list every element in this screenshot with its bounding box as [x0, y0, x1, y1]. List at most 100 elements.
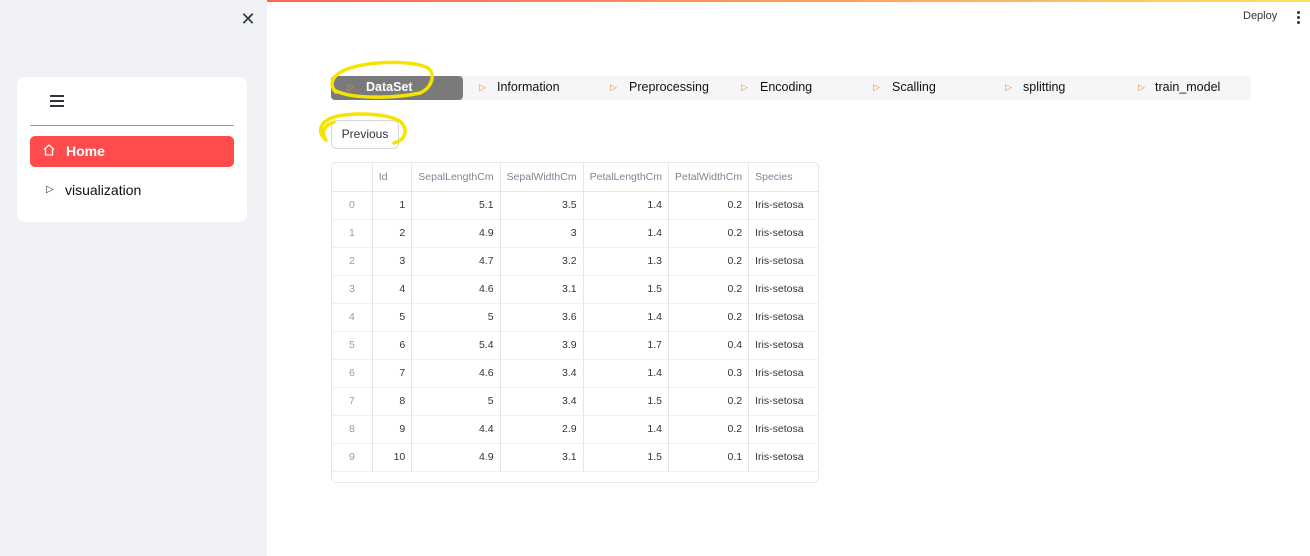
table-cell[interactable]: Iris-setosa: [748, 219, 818, 248]
row-index-cell: 4: [332, 303, 373, 332]
column-header-sepal-width[interactable]: SepalWidthCm: [499, 163, 584, 192]
table-cell[interactable]: 1.7: [582, 331, 669, 360]
table-cell[interactable]: 1.4: [582, 191, 669, 220]
row-index-cell: 8: [332, 415, 373, 444]
menu-divider: [30, 125, 234, 126]
table-cell[interactable]: 4.6: [411, 275, 501, 304]
table-cell[interactable]: 5.4: [411, 331, 501, 360]
table-cell[interactable]: 0.2: [667, 303, 749, 332]
tab-label: Information: [497, 80, 560, 94]
table-row: 2 3 4.7 3.2 1.3 0.2 Iris-setosa: [332, 247, 818, 276]
previous-button[interactable]: Previous: [331, 120, 399, 149]
table-cell[interactable]: 4: [371, 275, 412, 304]
table-cell[interactable]: 3: [371, 247, 412, 276]
close-sidebar-icon[interactable]: ✕: [238, 9, 258, 29]
table-cell[interactable]: 1.4: [582, 415, 669, 444]
sidebar-item-home[interactable]: Home: [30, 136, 234, 167]
table-cell[interactable]: 1: [371, 191, 412, 220]
table-cell[interactable]: Iris-setosa: [748, 303, 818, 332]
tab-bar: ▷ DataSet ▷ Information ▷ Preprocessing …: [331, 76, 1251, 100]
row-index-cell: 9: [332, 443, 373, 472]
hamburger-menu-icon[interactable]: [50, 95, 64, 107]
table-cell[interactable]: 9: [371, 415, 412, 444]
table-cell[interactable]: 2.9: [499, 415, 584, 444]
tab-information[interactable]: ▷ Information: [463, 76, 595, 100]
table-row: 4 5 5 3.6 1.4 0.2 Iris-setosa: [332, 303, 818, 332]
column-header-species[interactable]: Species: [748, 163, 818, 192]
table-cell[interactable]: Iris-setosa: [748, 247, 818, 276]
table-cell[interactable]: 1.5: [582, 387, 669, 416]
column-header-id[interactable]: Id: [371, 163, 412, 192]
table-row: 9 10 4.9 3.1 1.5 0.1 Iris-setosa: [332, 443, 818, 472]
tab-dataset[interactable]: ▷ DataSet: [331, 76, 463, 100]
table-cell[interactable]: 6: [371, 331, 412, 360]
table-cell[interactable]: 1.5: [582, 443, 669, 472]
tab-label: DataSet: [366, 80, 413, 94]
table-cell[interactable]: 5.1: [411, 191, 501, 220]
table-cell[interactable]: Iris-setosa: [748, 191, 818, 220]
play-triangle-icon: ▷: [610, 82, 617, 92]
deploy-button[interactable]: Deploy: [1243, 10, 1277, 22]
tab-scalling[interactable]: ▷ Scalling: [859, 76, 991, 100]
column-header-petal-width[interactable]: PetalWidthCm: [667, 163, 749, 192]
table-cell[interactable]: Iris-setosa: [748, 415, 818, 444]
column-header-petal-length[interactable]: PetalLengthCm: [582, 163, 669, 192]
table-cell[interactable]: 4.4: [411, 415, 501, 444]
table-cell[interactable]: Iris-setosa: [748, 275, 818, 304]
home-icon: [43, 144, 55, 156]
sidebar: ✕ Home ▷ visualization: [0, 0, 267, 556]
table-cell[interactable]: Iris-setosa: [748, 443, 818, 472]
table-cell[interactable]: 0.1: [667, 443, 749, 472]
tab-splitting[interactable]: ▷ splitting: [991, 76, 1123, 100]
table-cell[interactable]: 4.7: [411, 247, 501, 276]
table-cell[interactable]: 1.3: [582, 247, 669, 276]
table-cell[interactable]: 0.3: [667, 359, 749, 388]
tab-train-model[interactable]: ▷ train_model: [1123, 76, 1251, 100]
table-cell[interactable]: 0.2: [667, 191, 749, 220]
table-cell[interactable]: 8: [371, 387, 412, 416]
table-cell[interactable]: 3.1: [499, 443, 584, 472]
table-cell[interactable]: 3.5: [499, 191, 584, 220]
table-cell[interactable]: 5: [371, 303, 412, 332]
table-cell[interactable]: 1.4: [582, 359, 669, 388]
table-cell[interactable]: Iris-setosa: [748, 359, 818, 388]
table-cell[interactable]: Iris-setosa: [748, 331, 818, 360]
table-cell[interactable]: 5: [411, 387, 501, 416]
table-cell[interactable]: 0.2: [667, 275, 749, 304]
table-cell[interactable]: 3: [499, 219, 584, 248]
table-cell[interactable]: 0.2: [667, 247, 749, 276]
table-cell[interactable]: 1.4: [582, 219, 669, 248]
table-row: 8 9 4.4 2.9 1.4 0.2 Iris-setosa: [332, 415, 818, 444]
table-cell[interactable]: 3.4: [499, 359, 584, 388]
play-triangle-icon: ▷: [1138, 82, 1145, 92]
table-cell[interactable]: 3.1: [499, 275, 584, 304]
dataframe[interactable]: Id SepalLengthCm SepalWidthCm PetalLengt…: [331, 162, 819, 483]
table-cell[interactable]: 3.2: [499, 247, 584, 276]
table-cell[interactable]: 0.2: [667, 219, 749, 248]
table-cell[interactable]: 3.6: [499, 303, 584, 332]
table-cell[interactable]: 2: [371, 219, 412, 248]
table-cell[interactable]: 0.2: [667, 415, 749, 444]
table-cell[interactable]: Iris-setosa: [748, 387, 818, 416]
table-cell[interactable]: 0.2: [667, 387, 749, 416]
table-cell[interactable]: 1.5: [582, 275, 669, 304]
table-cell[interactable]: 10: [371, 443, 412, 472]
column-header-sepal-length[interactable]: SepalLengthCm: [411, 163, 501, 192]
table-cell[interactable]: 0.4: [667, 331, 749, 360]
table-row: 1 2 4.9 3 1.4 0.2 Iris-setosa: [332, 219, 818, 248]
row-index-cell: 5: [332, 331, 373, 360]
table-cell[interactable]: 3.9: [499, 331, 584, 360]
sidebar-item-visualization[interactable]: ▷ visualization: [30, 175, 234, 206]
table-cell[interactable]: 5: [411, 303, 501, 332]
column-header-index[interactable]: [332, 163, 373, 192]
tab-encoding[interactable]: ▷ Encoding: [727, 76, 859, 100]
tab-preprocessing[interactable]: ▷ Preprocessing: [595, 76, 727, 100]
table-cell[interactable]: 4.9: [411, 443, 501, 472]
table-cell[interactable]: 4.9: [411, 219, 501, 248]
play-triangle-icon: ▷: [479, 82, 486, 92]
table-cell[interactable]: 7: [371, 359, 412, 388]
table-cell[interactable]: 1.4: [582, 303, 669, 332]
main-menu-icon[interactable]: [1297, 11, 1301, 25]
table-cell[interactable]: 4.6: [411, 359, 501, 388]
table-cell[interactable]: 3.4: [499, 387, 584, 416]
